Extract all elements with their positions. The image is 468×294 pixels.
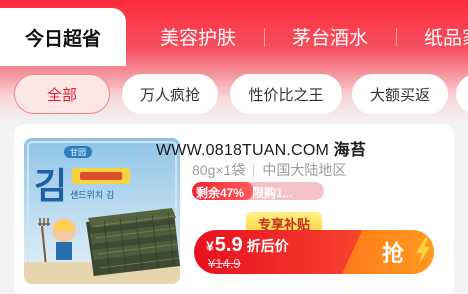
discount-price: ¥ 5.9 折后价 xyxy=(206,234,289,257)
title-prefix: WWW.0818TUAN.COM xyxy=(156,142,329,159)
lightning-icon xyxy=(416,238,430,264)
category-tabs: 今日超省 美容护肤 茅台酒水 纸品家 xyxy=(0,6,468,66)
price-buy-panel[interactable]: ¥ 5.9 折后价 ¥14.9 抢 xyxy=(194,230,434,274)
seaweed-stack xyxy=(86,208,180,277)
package-subtitle: 샌드위치 김 xyxy=(70,189,114,201)
tab-label: 茅台酒水 xyxy=(292,27,369,49)
filter-chips: 全部 万人疯抢 性价比之王 大额买返 xyxy=(0,72,468,116)
package-brand: 甘园 xyxy=(70,147,86,157)
tab-label: 纸品家 xyxy=(424,27,468,49)
title-highlight: 海苔 xyxy=(333,142,367,159)
filter-chip-value[interactable]: 性价比之王 xyxy=(230,74,342,114)
tab-moutai-liquor[interactable]: 茅台酒水 xyxy=(292,18,368,54)
package-korean-glyph: 김 xyxy=(34,166,67,207)
tab-divider xyxy=(396,28,397,46)
tab-today-savings[interactable]: 今日超省 xyxy=(0,8,126,66)
meta-divider xyxy=(253,163,255,177)
filter-chip-overflow xyxy=(456,74,468,114)
product-title[interactable]: WWW.0818TUAN.COM 海苔 xyxy=(156,136,366,160)
stock-remaining-text: 剩余47% xyxy=(196,186,245,200)
price-value: 5.9 xyxy=(214,234,243,256)
chip-label: 大额买返 xyxy=(369,86,430,104)
currency-symbol: ¥ xyxy=(206,238,214,254)
grab-button-label: 抢 xyxy=(381,241,404,266)
filter-chip-all[interactable]: 全部 xyxy=(14,74,110,114)
original-price: ¥14.9 xyxy=(208,256,241,271)
product-origin: 中国大陆地区 xyxy=(262,162,347,178)
tab-beauty-skincare[interactable]: 美容护肤 xyxy=(160,18,236,54)
chip-label: 性价比之王 xyxy=(248,86,324,104)
tab-paper-home[interactable]: 纸品家 xyxy=(424,18,468,54)
filter-chip-rush[interactable]: 万人疯抢 xyxy=(122,74,218,114)
tab-divider xyxy=(264,28,265,46)
tab-label: 美容护肤 xyxy=(160,27,237,49)
product-card[interactable]: 甘园 김 샌드위치 김 WWW.0818TUAN.COM 海苔 80g×1袋 中… xyxy=(14,124,454,294)
product-meta: 80g×1袋 中国大陆地区 xyxy=(192,160,346,180)
stock-progress-bar: 剩余47% 限购1... xyxy=(192,182,324,200)
grab-button[interactable]: 抢 xyxy=(342,230,434,274)
price-label: 折后价 xyxy=(246,238,289,254)
chip-label: 万人疯抢 xyxy=(139,86,200,104)
purchase-limit-text: 限购1... xyxy=(252,186,293,200)
filter-chip-rebate[interactable]: 大额买返 xyxy=(352,74,448,114)
chip-label: 全部 xyxy=(46,86,77,104)
product-spec: 80g×1袋 xyxy=(192,162,246,178)
tab-label: 今日超省 xyxy=(24,28,101,50)
